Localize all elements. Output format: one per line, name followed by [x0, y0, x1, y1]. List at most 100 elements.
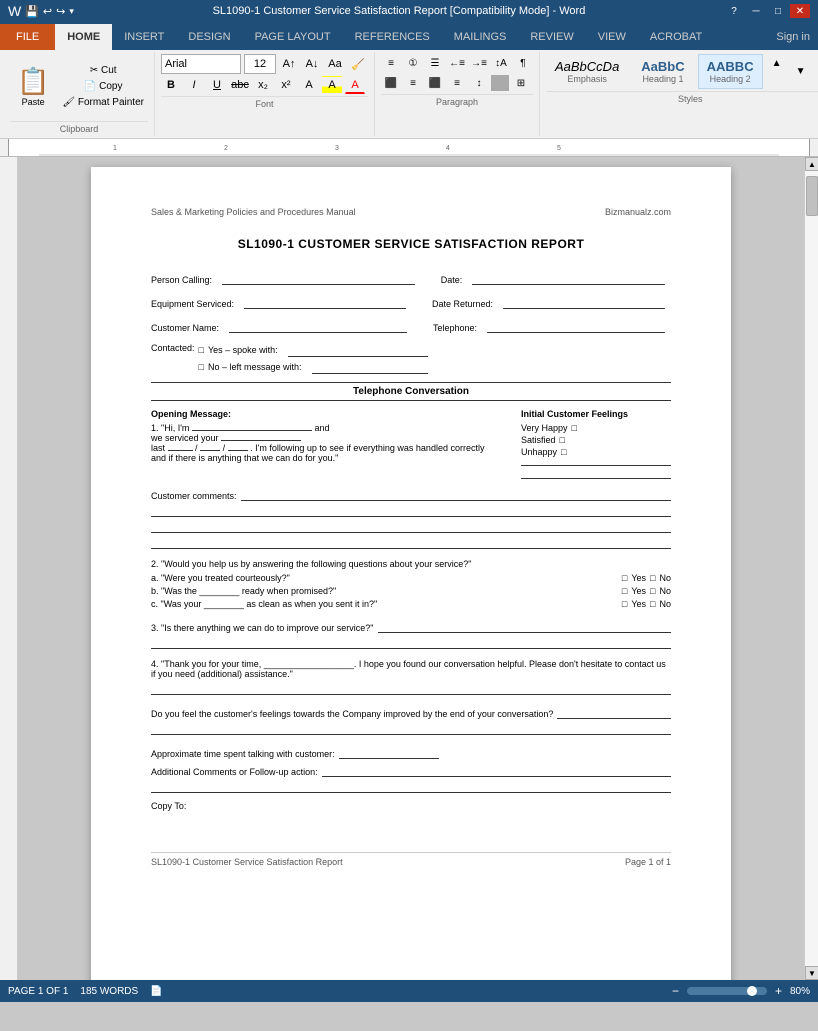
paste-button[interactable]: 📋 Paste — [10, 63, 56, 110]
quick-access-undo[interactable]: ↩ — [43, 5, 52, 18]
main-area: Sales & Marketing Policies and Procedure… — [0, 157, 818, 980]
heading1-preview: AaBbC — [641, 59, 684, 74]
scroll-down-button[interactable]: ▼ — [805, 966, 818, 980]
q2-answers: a. "Were you treated courteously?" □ Yes… — [151, 573, 671, 609]
font-name-input[interactable] — [161, 54, 241, 74]
sort-button[interactable]: ↕A — [491, 54, 511, 72]
styles-scroll-up[interactable]: ▲ — [767, 54, 787, 72]
clear-format-button[interactable]: 🧹 — [348, 55, 368, 73]
numbering-button[interactable]: ① — [403, 54, 423, 72]
clipboard-group: 📋 Paste ✂ Cut 📄 Copy 🖌 Format Painter Cl… — [4, 52, 155, 136]
styles-expand[interactable]: ⊞ — [815, 71, 818, 89]
tab-insert[interactable]: INSERT — [112, 24, 176, 50]
font-size-input[interactable] — [244, 54, 276, 74]
layout-icon[interactable]: 📄 — [150, 986, 162, 997]
underline-button[interactable]: U — [207, 76, 227, 94]
quick-access-save[interactable]: 💾 — [25, 5, 39, 18]
section-title: Telephone Conversation — [151, 382, 671, 401]
q2b-yes-label: Yes — [631, 586, 646, 596]
tab-design[interactable]: DESIGN — [176, 24, 242, 50]
tab-file[interactable]: FILE — [0, 24, 55, 50]
subscript-button[interactable]: x₂ — [253, 76, 273, 94]
help-button[interactable]: ? — [724, 4, 744, 18]
tab-references[interactable]: REFERENCES — [343, 24, 442, 50]
signin-link[interactable]: Sign in — [776, 31, 810, 43]
q2b-text: b. "Was the ________ ready when promised… — [151, 586, 336, 596]
q5-section: Do you feel the customer's feelings towa… — [151, 705, 671, 735]
font-grow-button[interactable]: A↑ — [279, 55, 299, 73]
font-color-button[interactable]: A — [345, 76, 365, 94]
date-returned-label: Date Returned: — [432, 299, 493, 309]
q2b-yesno: □ Yes □ No — [622, 586, 671, 596]
person-calling-row: Person Calling: Date: — [151, 271, 671, 285]
tab-page-layout[interactable]: PAGE LAYOUT — [243, 24, 343, 50]
content-area[interactable]: Sales & Marketing Policies and Procedure… — [18, 157, 804, 980]
bullets-button[interactable]: ≡ — [381, 54, 401, 72]
header-left: Sales & Marketing Policies and Procedure… — [151, 207, 356, 217]
scroll-track[interactable] — [805, 171, 818, 966]
opening-message-col: Opening Message: 1. "Hi, I'm and we serv… — [151, 409, 501, 479]
minimize-button[interactable]: ─ — [746, 4, 766, 18]
feelings-col: Initial Customer Feelings Very Happy □ S… — [521, 409, 671, 479]
text-highlight-button[interactable]: A — [322, 76, 342, 94]
date-returned-line — [503, 295, 665, 309]
equipment-label: Equipment Serviced: — [151, 299, 234, 309]
styles-content: AaBbCcDa Emphasis AaBbC Heading 1 AABBC … — [546, 54, 818, 89]
style-emphasis[interactable]: AaBbCcDa Emphasis — [546, 54, 628, 89]
close-button[interactable]: ✕ — [790, 4, 810, 18]
font-shrink-button[interactable]: A↓ — [302, 55, 322, 73]
svg-text:2: 2 — [224, 145, 228, 152]
show-marks-button[interactable]: ¶ — [513, 54, 533, 72]
bold-button[interactable]: B — [161, 76, 181, 94]
zoom-out-button[interactable]: − — [672, 984, 679, 998]
styles-scroll-down[interactable]: ▼ — [791, 63, 811, 81]
maximize-button[interactable]: □ — [768, 4, 788, 18]
customer-name-line — [229, 319, 407, 333]
font-format-row: B I U abc x₂ x² A A A — [161, 76, 368, 94]
font-name-row: A↑ A↓ Aa 🧹 — [161, 54, 368, 74]
yes-spoke-label: Yes – spoke with: — [208, 345, 278, 355]
q2-text: 2. "Would you help us by answering the f… — [151, 559, 671, 569]
additional-comments-row: Additional Comments or Follow-up action: — [151, 763, 671, 777]
tab-acrobat[interactable]: ACROBAT — [638, 24, 714, 50]
tab-view[interactable]: VIEW — [586, 24, 638, 50]
text-effects-button[interactable]: A — [299, 76, 319, 94]
align-left-button[interactable]: ⬛ — [381, 74, 401, 92]
justify-button[interactable]: ≡ — [447, 74, 467, 92]
q2b-no-check: □ — [650, 586, 655, 596]
style-heading1[interactable]: AaBbC Heading 1 — [632, 54, 693, 89]
q3-line — [378, 619, 671, 633]
align-right-button[interactable]: ⬛ — [425, 74, 445, 92]
superscript-button[interactable]: x² — [276, 76, 296, 94]
copy-button[interactable]: 📄 Copy — [58, 79, 148, 94]
scroll-thumb[interactable] — [806, 176, 818, 216]
format-painter-button[interactable]: 🖌 Format Painter — [58, 95, 148, 110]
zoom-slider[interactable] — [687, 987, 767, 995]
align-center-button[interactable]: ≡ — [403, 74, 423, 92]
borders-button[interactable]: ⊞ — [511, 74, 531, 92]
vertical-scrollbar[interactable]: ▲ ▼ — [804, 157, 818, 980]
decrease-indent-button[interactable]: ←≡ — [447, 54, 467, 72]
style-heading2[interactable]: AABBC Heading 2 — [698, 54, 763, 89]
quick-access-redo[interactable]: ↪ — [56, 5, 65, 18]
tab-mailings[interactable]: MAILINGS — [442, 24, 519, 50]
tab-review[interactable]: REVIEW — [518, 24, 585, 50]
q5-row: Do you feel the customer's feelings towa… — [151, 705, 671, 719]
ruler-area: 1 2 3 4 5 — [0, 139, 818, 157]
q3-text: 3. "Is there anything we can do to impro… — [151, 623, 374, 633]
feelings-line1 — [521, 465, 671, 466]
customer-name-label: Customer Name: — [151, 323, 219, 333]
unhappy-check: □ — [561, 447, 566, 457]
increase-indent-button[interactable]: →≡ — [469, 54, 489, 72]
scroll-up-button[interactable]: ▲ — [805, 157, 818, 171]
multilevel-list-button[interactable]: ☰ — [425, 54, 445, 72]
shading-button[interactable] — [491, 75, 509, 91]
zoom-in-button[interactable]: + — [775, 984, 782, 998]
cut-button[interactable]: ✂ Cut — [58, 63, 148, 78]
tab-home[interactable]: HOME — [55, 24, 112, 50]
comments-line3 — [151, 519, 671, 533]
line-spacing-button[interactable]: ↕ — [469, 74, 489, 92]
strikethrough-button[interactable]: abc — [230, 76, 250, 94]
change-case-button[interactable]: Aa — [325, 55, 345, 73]
italic-button[interactable]: I — [184, 76, 204, 94]
